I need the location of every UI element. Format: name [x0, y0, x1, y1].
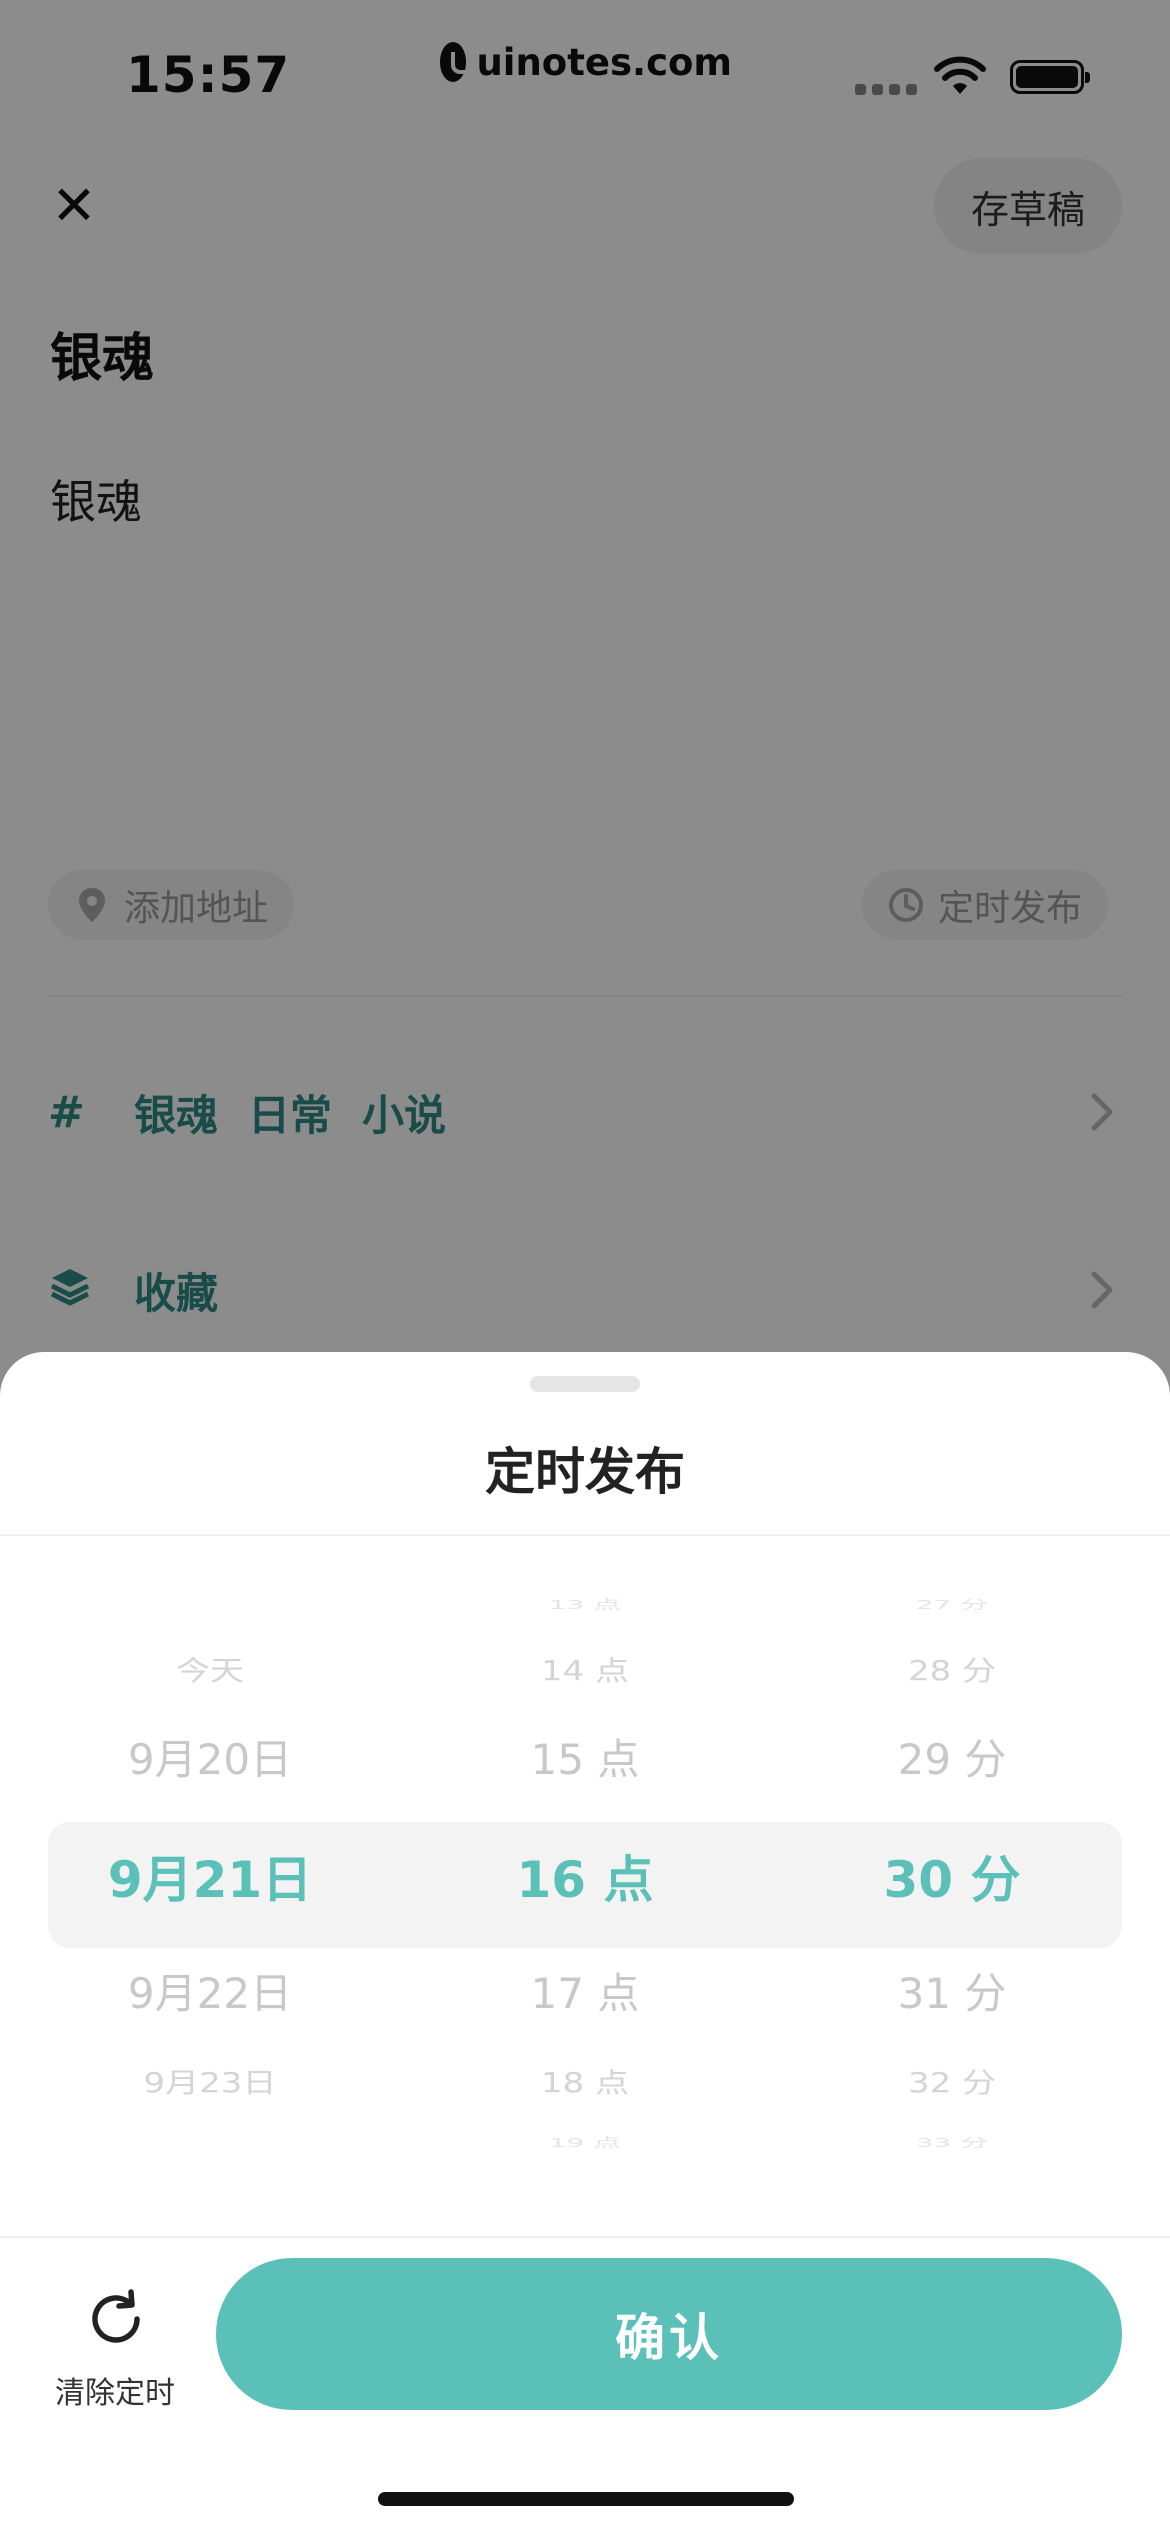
minute-wheel[interactable]: 27 分 28 分 29 分 30 分 31 分 32 分 33 分: [772, 1592, 1132, 2172]
picker-option[interactable]: 14 点: [405, 1649, 765, 1688]
picker-option[interactable]: 17 点: [405, 1960, 765, 2021]
sheet-grabber-handle[interactable]: [530, 1376, 640, 1392]
picker-option[interactable]: 28 分: [772, 1649, 1132, 1688]
picker-option[interactable]: 9月23日: [30, 2061, 390, 2100]
picker-option[interactable]: 27 分: [772, 1595, 1132, 1613]
picker-option-selected[interactable]: 9月21日: [30, 1840, 390, 1912]
divider: [0, 1534, 1170, 1536]
picker-option[interactable]: 9月20日: [30, 1726, 390, 1787]
picker-option[interactable]: 9月22日: [30, 1960, 390, 2021]
clear-schedule-button[interactable]: 清除定时: [40, 2282, 190, 2412]
hour-wheel[interactable]: 13 点 14 点 15 点 16 点 17 点 18 点 19 点: [405, 1592, 765, 2172]
picker-option[interactable]: 19 点: [405, 2133, 765, 2151]
picker-option-selected[interactable]: 16 点: [405, 1840, 765, 1912]
refresh-icon: [92, 2289, 140, 2343]
schedule-publish-sheet: 定时发布 今天 9月20日 9月21日 9月22日 9月23日 13 点 14 …: [0, 1352, 1170, 2532]
picker-option[interactable]: 32 分: [772, 2061, 1132, 2100]
picker-option[interactable]: 31 分: [772, 1960, 1132, 2021]
picker-option[interactable]: 29 分: [772, 1726, 1132, 1787]
home-indicator[interactable]: [378, 2492, 794, 2506]
clear-schedule-label: 清除定时: [55, 2376, 175, 2411]
sheet-title: 定时发布: [485, 1443, 685, 1501]
picker-option[interactable]: 13 点: [405, 1595, 765, 1613]
date-wheel[interactable]: 今天 9月20日 9月21日 9月22日 9月23日: [30, 1592, 390, 2172]
picker-option[interactable]: 18 点: [405, 2061, 765, 2100]
divider: [0, 2236, 1170, 2238]
picker-option[interactable]: 15 点: [405, 1726, 765, 1787]
datetime-picker[interactable]: 今天 9月20日 9月21日 9月22日 9月23日 13 点 14 点 15 …: [0, 1592, 1170, 2172]
picker-option[interactable]: 今天: [30, 1649, 390, 1688]
confirm-button[interactable]: 确认: [216, 2258, 1122, 2410]
picker-option[interactable]: 33 分: [772, 2133, 1132, 2151]
picker-option-selected[interactable]: 30 分: [772, 1840, 1132, 1912]
